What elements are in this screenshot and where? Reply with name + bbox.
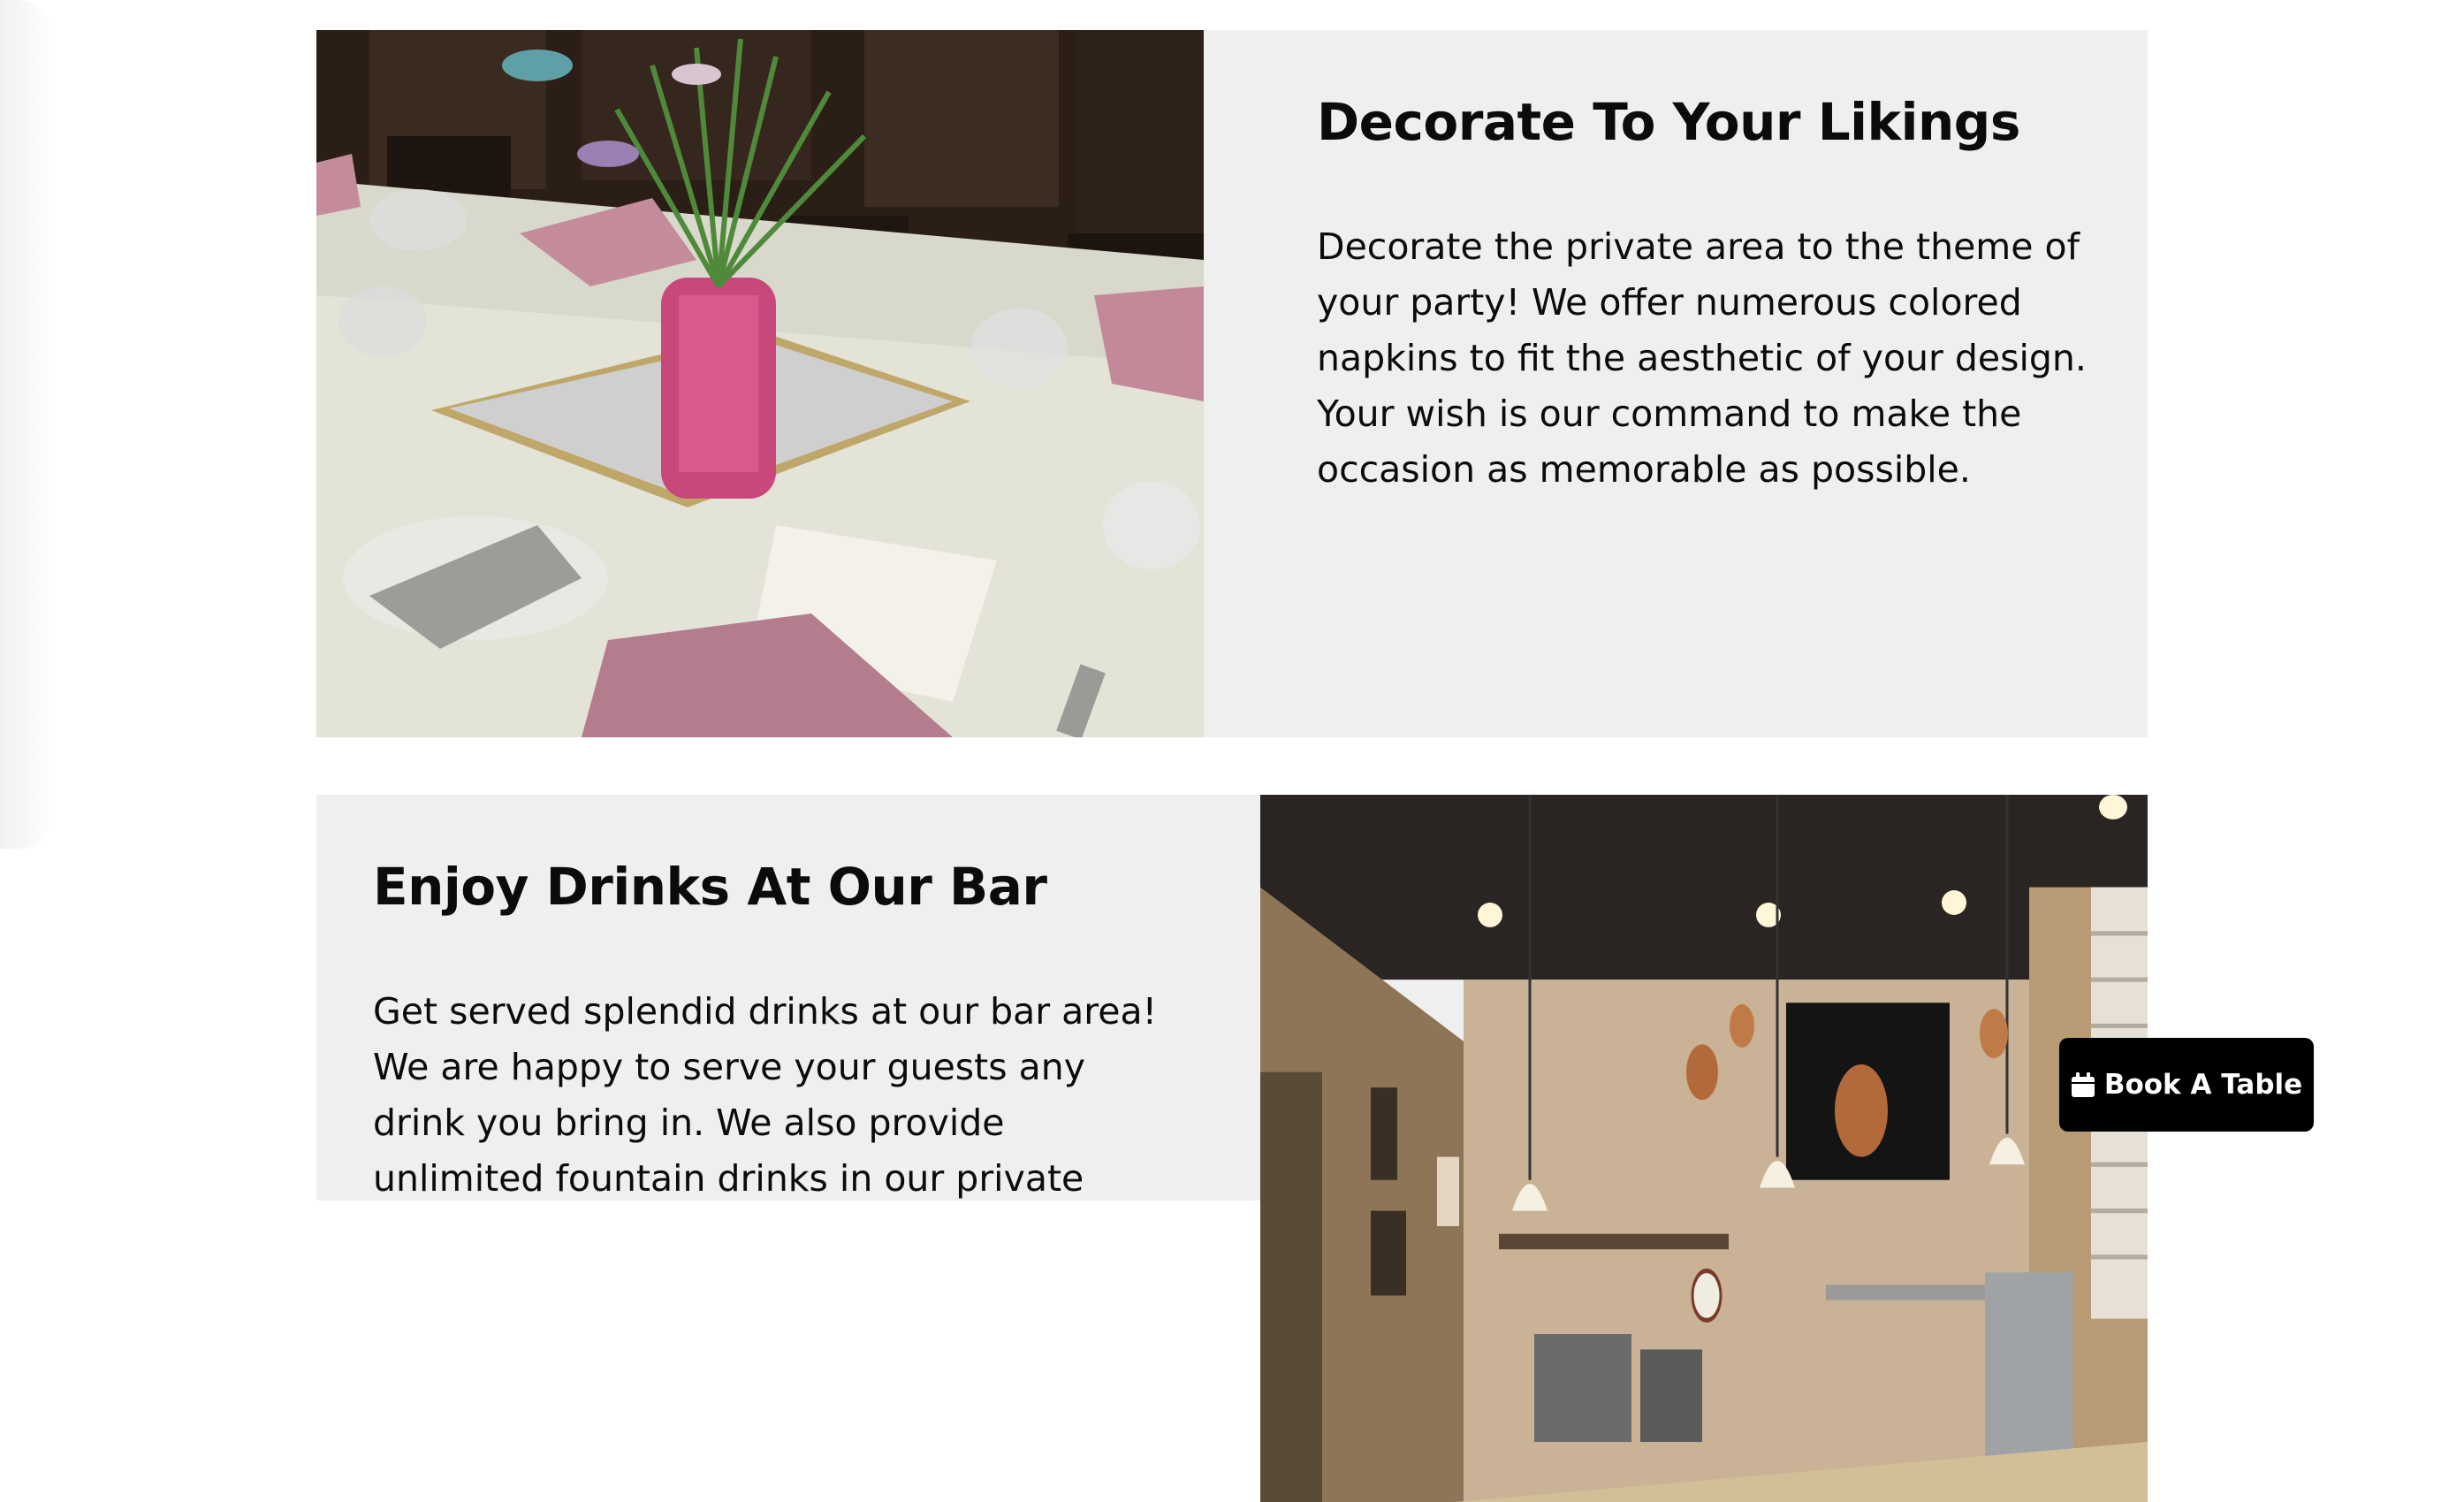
table-setting-photo (316, 30, 1204, 737)
book-a-table-button[interactable]: Book A Table (2059, 1038, 2314, 1132)
bar-interior-photo (1260, 795, 2148, 1502)
feature-section-decorate: Decorate To Your Likings Decorate the pr… (316, 30, 2148, 737)
bar-text-block: Enjoy Drinks At Our Bar Get served splen… (373, 857, 1168, 1207)
section-title: Decorate To Your Likings (1317, 92, 2020, 152)
section-description: Get served splendid drinks at our bar ar… (373, 990, 1158, 1200)
page-edge-shadow (0, 0, 53, 849)
book-a-table-label: Book A Table (2103, 1069, 2303, 1101)
feature-section-bar: Enjoy Drinks At Our Bar Get served splen… (316, 795, 2148, 1502)
section-description: Decorate the private area to the theme o… (1317, 225, 2087, 491)
calendar-icon (2071, 1072, 2095, 1097)
section-title: Enjoy Drinks At Our Bar (373, 857, 1047, 917)
decorate-text-block: Decorate To Your Likings Decorate the pr… (1317, 92, 2112, 498)
